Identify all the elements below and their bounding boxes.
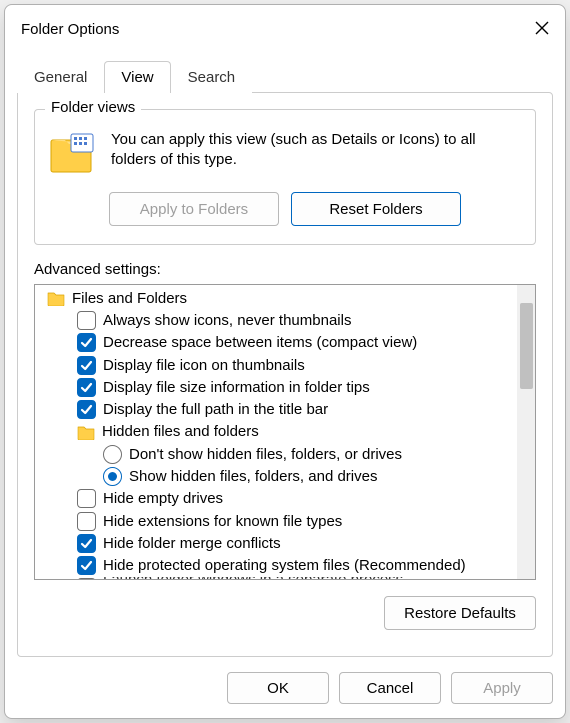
restore-defaults-label: Restore Defaults [404,605,516,622]
checkbox-icon [77,534,96,553]
folder-options-dialog: Folder Options General View Search Folde… [4,4,566,719]
tree-item-launch-separate-process[interactable]: Launch folder windows in a separate proc… [41,577,517,580]
cancel-button[interactable]: Cancel [339,672,441,704]
tree-item-label: Hide empty drives [103,490,223,507]
folder-views-legend: Folder views [45,99,141,116]
checkbox-icon [77,556,96,575]
tree-item-label: Decrease space between items (compact vi… [103,334,417,351]
tab-view[interactable]: View [104,61,170,93]
tree-item-file-size-tips[interactable]: Display file size information in folder … [41,376,517,398]
checkbox-icon [77,378,96,397]
tree-group-files-and-folders[interactable]: Files and Folders [41,287,517,309]
tree-item-full-path-titlebar[interactable]: Display the full path in the title bar [41,398,517,420]
tree-item-hide-protected-os[interactable]: Hide protected operating system files (R… [41,555,517,577]
tree-item-label: Show hidden files, folders, and drives [129,468,377,485]
tree-item-hide-empty-drives[interactable]: Hide empty drives [41,488,517,510]
checkbox-icon [77,400,96,419]
apply-to-folders-button[interactable]: Apply to Folders [109,192,279,226]
tree-item-label: Display file icon on thumbnails [103,357,305,374]
window-title: Folder Options [21,21,119,38]
checkbox-icon [77,311,96,330]
tab-view-label: View [121,69,153,86]
radio-icon [103,445,122,464]
tree-item-compact-view[interactable]: Decrease space between items (compact vi… [41,332,517,354]
reset-folders-button[interactable]: Reset Folders [291,192,461,226]
tree-group-label: Hidden files and folders [102,423,259,440]
tree-item-always-show-icons[interactable]: Always show icons, never thumbnails [41,309,517,331]
reset-folders-label: Reset Folders [329,201,422,218]
tree-item-hide-extensions[interactable]: Hide extensions for known file types [41,510,517,532]
checkbox-icon [77,578,96,580]
folder-view-icon [49,130,97,178]
folder-views-description: You can apply this view (such as Details… [111,130,521,171]
tree-item-file-icon-thumbnails[interactable]: Display file icon on thumbnails [41,354,517,376]
tree-group-hidden-files[interactable]: Hidden files and folders [41,421,517,443]
folder-icon [47,290,65,306]
close-button[interactable] [519,6,565,52]
apply-label: Apply [483,680,521,697]
cancel-label: Cancel [367,680,414,697]
restore-defaults-button[interactable]: Restore Defaults [384,596,536,630]
radio-icon [103,467,122,486]
tree-item-label: Display the full path in the title bar [103,401,328,418]
tab-search[interactable]: Search [171,61,253,93]
advanced-settings-tree[interactable]: Files and Folders Always show icons, nev… [34,284,536,580]
tab-panel-view: Folder views You can apply this view (su… [17,92,553,657]
checkbox-icon [77,489,96,508]
checkbox-icon [77,333,96,352]
tree-item-label: Display file size information in folder … [103,379,370,396]
checkbox-icon [77,512,96,531]
dialog-buttons: OK Cancel Apply [5,666,565,718]
folder-icon [77,424,95,440]
scrollbar-thumb[interactable] [520,303,533,389]
folder-views-group: Folder views You can apply this view (su… [34,109,536,245]
ok-label: OK [267,680,289,697]
advanced-settings-label: Advanced settings: [34,261,536,278]
tree-item-label: Don't show hidden files, folders, or dri… [129,446,402,463]
tree-item-label: Hide folder merge conflicts [103,535,281,552]
tab-strip: General View Search [5,53,565,93]
close-icon [535,21,549,38]
tree-viewport: Files and Folders Always show icons, nev… [35,285,517,579]
apply-to-folders-label: Apply to Folders [140,201,248,218]
scrollbar[interactable] [517,285,535,579]
titlebar: Folder Options [5,5,565,53]
checkbox-icon [77,356,96,375]
tree-item-label: Hide protected operating system files (R… [103,557,466,574]
tree-item-hide-merge-conflicts[interactable]: Hide folder merge conflicts [41,532,517,554]
tree-item-label: Launch folder windows in a separate proc… [103,577,403,580]
tree-item-label: Always show icons, never thumbnails [103,312,351,329]
apply-button[interactable]: Apply [451,672,553,704]
tab-search-label: Search [188,69,236,86]
tree-group-label: Files and Folders [72,290,187,307]
tree-item-label: Hide extensions for known file types [103,513,342,530]
tree-radio-show-hidden[interactable]: Show hidden files, folders, and drives [41,465,517,487]
tree-radio-dont-show-hidden[interactable]: Don't show hidden files, folders, or dri… [41,443,517,465]
ok-button[interactable]: OK [227,672,329,704]
tab-general[interactable]: General [17,61,104,93]
tab-general-label: General [34,69,87,86]
